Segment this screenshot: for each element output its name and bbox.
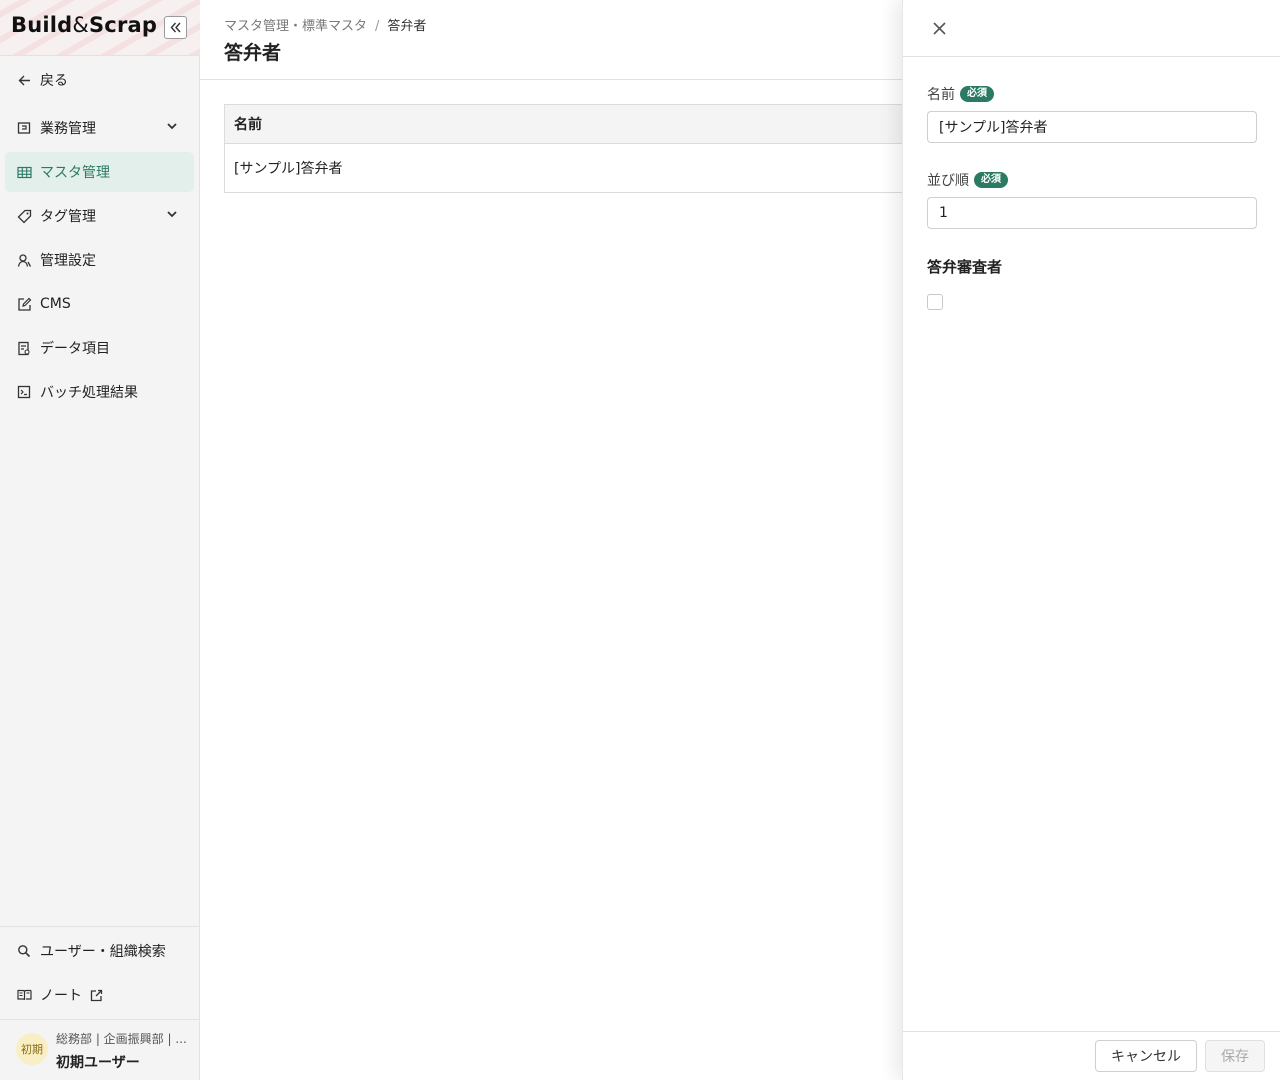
- external-link-icon: [88, 987, 104, 1003]
- search-icon: [16, 943, 32, 959]
- header-divider: [200, 79, 902, 80]
- sidebar-divider: [0, 926, 200, 927]
- reviewer-checkbox[interactable]: [927, 294, 943, 310]
- sidebar-item-admin-settings[interactable]: 管理設定: [5, 240, 194, 280]
- required-badge: 必須: [974, 172, 1008, 188]
- user-department: 総務部 | 企画振興部 | ...: [56, 1032, 186, 1046]
- sidebar-item-label: ノート: [40, 988, 82, 1004]
- tag-icon: [16, 208, 32, 224]
- order-input[interactable]: [927, 197, 1257, 229]
- name-label-text: 名前: [927, 87, 955, 103]
- sidebar-item-master[interactable]: マスタ管理: [5, 152, 194, 192]
- table-header-name[interactable]: 名前: [225, 105, 913, 144]
- cancel-button[interactable]: キャンセル: [1095, 1040, 1197, 1072]
- user-menu[interactable]: 初期 総務部 | 企画振興部 | ... 初期ユーザー: [0, 1020, 200, 1080]
- drawer-footer-divider: [903, 1031, 1280, 1032]
- breadcrumb-parent[interactable]: マスタ管理・標準マスタ: [224, 19, 367, 34]
- app-logo[interactable]: Build&Scrap: [11, 13, 157, 37]
- book-icon: [16, 987, 32, 1003]
- close-icon: [932, 21, 946, 35]
- sidebar-item-label: バッチ処理結果: [40, 385, 138, 401]
- drawer-header-divider: [903, 56, 1280, 57]
- data-table: 名前 [サンプル]答弁者: [224, 104, 914, 193]
- sidebar-item-label: ユーザー・組織検索: [40, 944, 166, 960]
- order-label-text: 並び順: [927, 173, 969, 189]
- save-button[interactable]: 保存: [1205, 1040, 1265, 1072]
- back-link[interactable]: 戻る: [5, 60, 194, 100]
- breadcrumb: マスタ管理・標準マスタ / 答弁者: [224, 15, 426, 34]
- terminal-icon: [16, 384, 32, 400]
- edit-icon: [16, 296, 32, 312]
- sidebar-item-label: 管理設定: [40, 253, 96, 269]
- main-content: マスタ管理・標準マスタ / 答弁者 答弁者 名前 [サンプル]答弁者: [200, 0, 914, 1080]
- order-field-label: 並び順 必須: [927, 170, 1008, 190]
- reviewer-section-title: 答弁審査者: [927, 258, 1003, 276]
- sidebar-item-label: データ項目: [40, 341, 110, 357]
- logo-text-amp: &: [72, 13, 89, 37]
- user-name: 初期ユーザー: [56, 1055, 140, 1071]
- chevron-down-icon[interactable]: [166, 120, 178, 136]
- arrow-left-icon: [16, 72, 32, 88]
- avatar: 初期: [16, 1033, 48, 1065]
- logo-text-build: Build: [11, 13, 73, 37]
- page-title: 答弁者: [224, 42, 282, 64]
- chevron-down-icon[interactable]: [166, 208, 178, 224]
- sidebar: Build&Scrap 戻る 業務管理 マスタ管理 タグ管理 管理設定 CMS …: [0, 0, 200, 1080]
- breadcrumb-current: 答弁者: [387, 19, 427, 34]
- double-chevron-left-icon: [170, 22, 181, 33]
- logo-area: Build&Scrap: [0, 0, 200, 56]
- logo-text-scrap: Scrap: [88, 13, 158, 37]
- name-input[interactable]: [927, 111, 1257, 143]
- sidebar-item-user-search[interactable]: ユーザー・組織検索: [5, 931, 194, 971]
- briefcase-icon: [16, 120, 32, 136]
- sidebar-item-label: CMS: [40, 296, 71, 312]
- user-settings-icon: [16, 252, 32, 268]
- table-row[interactable]: [サンプル]答弁者: [225, 144, 913, 192]
- sidebar-item-notes[interactable]: ノート: [5, 975, 194, 1015]
- sidebar-item-label: 業務管理: [40, 121, 96, 137]
- edit-drawer: 名前 必須 並び順 必須 答弁審査者 キャンセル 保存: [902, 0, 1280, 1080]
- sidebar-item-batch-results[interactable]: バッチ処理結果: [5, 372, 194, 412]
- sidebar-item-tags[interactable]: タグ管理: [5, 196, 194, 236]
- name-field-label: 名前 必須: [927, 84, 994, 104]
- sidebar-item-business[interactable]: 業務管理: [5, 108, 194, 148]
- required-badge: 必須: [960, 86, 994, 102]
- breadcrumb-separator: /: [375, 19, 380, 34]
- sidebar-item-label: タグ管理: [40, 209, 96, 225]
- back-label: 戻る: [40, 73, 68, 89]
- sidebar-item-data-fields[interactable]: データ項目: [5, 328, 194, 368]
- close-button[interactable]: [929, 18, 949, 38]
- table-icon: [16, 164, 32, 180]
- collapse-sidebar-button[interactable]: [164, 16, 187, 39]
- document-icon: [16, 340, 32, 356]
- sidebar-item-cms[interactable]: CMS: [5, 284, 194, 324]
- sidebar-item-label: マスタ管理: [40, 165, 110, 181]
